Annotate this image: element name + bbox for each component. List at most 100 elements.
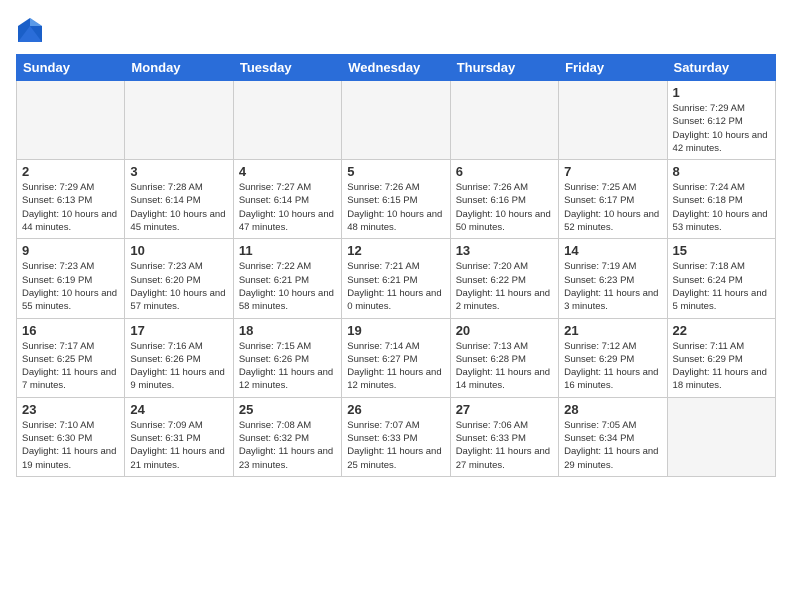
day-info: Sunrise: 7:16 AM Sunset: 6:26 PM Dayligh… <box>130 340 227 393</box>
calendar-cell: 24 Sunrise: 7:09 AM Sunset: 6:31 PM Dayli… <box>125 397 233 476</box>
day-number: 4 <box>239 164 336 179</box>
calendar-cell <box>125 81 233 160</box>
day-info: Sunrise: 7:14 AM Sunset: 6:27 PM Dayligh… <box>347 340 444 393</box>
week-row-2: 9 Sunrise: 7:23 AM Sunset: 6:19 PM Daylig… <box>17 239 776 318</box>
day-info: Sunrise: 7:13 AM Sunset: 6:28 PM Dayligh… <box>456 340 553 393</box>
day-info: Sunrise: 7:21 AM Sunset: 6:21 PM Dayligh… <box>347 260 444 313</box>
calendar-cell: 19 Sunrise: 7:14 AM Sunset: 6:27 PM Dayli… <box>342 318 450 397</box>
day-number: 8 <box>673 164 770 179</box>
logo <box>16 16 46 44</box>
calendar-cell <box>559 81 667 160</box>
day-info: Sunrise: 7:15 AM Sunset: 6:26 PM Dayligh… <box>239 340 336 393</box>
calendar-cell: 12 Sunrise: 7:21 AM Sunset: 6:21 PM Dayli… <box>342 239 450 318</box>
day-info: Sunrise: 7:27 AM Sunset: 6:14 PM Dayligh… <box>239 181 336 234</box>
day-number: 23 <box>22 402 119 417</box>
day-number: 1 <box>673 85 770 100</box>
calendar-cell: 15 Sunrise: 7:18 AM Sunset: 6:24 PM Dayli… <box>667 239 775 318</box>
calendar-cell: 1 Sunrise: 7:29 AM Sunset: 6:12 PM Daylig… <box>667 81 775 160</box>
day-info: Sunrise: 7:24 AM Sunset: 6:18 PM Dayligh… <box>673 181 770 234</box>
day-number: 22 <box>673 323 770 338</box>
day-info: Sunrise: 7:19 AM Sunset: 6:23 PM Dayligh… <box>564 260 661 313</box>
calendar-cell: 5 Sunrise: 7:26 AM Sunset: 6:15 PM Daylig… <box>342 160 450 239</box>
calendar-cell: 28 Sunrise: 7:05 AM Sunset: 6:34 PM Dayli… <box>559 397 667 476</box>
week-row-1: 2 Sunrise: 7:29 AM Sunset: 6:13 PM Daylig… <box>17 160 776 239</box>
calendar-cell: 10Sunrise: 7:23 AM Sunset: 6:20 PM Dayli… <box>125 239 233 318</box>
calendar-cell: 14 Sunrise: 7:19 AM Sunset: 6:23 PM Dayli… <box>559 239 667 318</box>
weekday-header-wednesday: Wednesday <box>342 55 450 81</box>
weekday-header-tuesday: Tuesday <box>233 55 341 81</box>
day-number: 5 <box>347 164 444 179</box>
calendar-cell <box>17 81 125 160</box>
day-number: 9 <box>22 243 119 258</box>
day-number: 11 <box>239 243 336 258</box>
calendar-cell <box>450 81 558 160</box>
day-number: 27 <box>456 402 553 417</box>
calendar-cell: 16 Sunrise: 7:17 AM Sunset: 6:25 PM Dayli… <box>17 318 125 397</box>
day-info: Sunrise: 7:25 AM Sunset: 6:17 PM Dayligh… <box>564 181 661 234</box>
calendar-cell: 11 Sunrise: 7:22 AM Sunset: 6:21 PM Dayli… <box>233 239 341 318</box>
day-info: Sunrise: 7:06 AM Sunset: 6:33 PM Dayligh… <box>456 419 553 472</box>
calendar-cell: 25 Sunrise: 7:08 AM Sunset: 6:32 PM Dayli… <box>233 397 341 476</box>
day-number: 24 <box>130 402 227 417</box>
day-info: Sunrise: 7:22 AM Sunset: 6:21 PM Dayligh… <box>239 260 336 313</box>
weekday-header-thursday: Thursday <box>450 55 558 81</box>
calendar-cell <box>233 81 341 160</box>
day-number: 2 <box>22 164 119 179</box>
week-row-0: 1 Sunrise: 7:29 AM Sunset: 6:12 PM Daylig… <box>17 81 776 160</box>
day-info: Sunrise: 7:07 AM Sunset: 6:33 PM Dayligh… <box>347 419 444 472</box>
day-info: Sunrise: 7:08 AM Sunset: 6:32 PM Dayligh… <box>239 419 336 472</box>
calendar-cell <box>342 81 450 160</box>
calendar-cell: 27 Sunrise: 7:06 AM Sunset: 6:33 PM Dayli… <box>450 397 558 476</box>
day-info: Sunrise: 7:17 AM Sunset: 6:25 PM Dayligh… <box>22 340 119 393</box>
day-number: 20 <box>456 323 553 338</box>
calendar-cell: 8 Sunrise: 7:24 AM Sunset: 6:18 PM Daylig… <box>667 160 775 239</box>
day-number: 7 <box>564 164 661 179</box>
day-info: Sunrise: 7:29 AM Sunset: 6:12 PM Dayligh… <box>673 102 770 155</box>
day-info: Sunrise: 7:26 AM Sunset: 6:15 PM Dayligh… <box>347 181 444 234</box>
calendar-cell: 13 Sunrise: 7:20 AM Sunset: 6:22 PM Dayli… <box>450 239 558 318</box>
logo-icon <box>16 16 44 44</box>
calendar-cell: 17 Sunrise: 7:16 AM Sunset: 6:26 PM Dayli… <box>125 318 233 397</box>
day-info: Sunrise: 7:23 AM Sunset: 6:20 PM Dayligh… <box>130 260 227 313</box>
day-number: 14 <box>564 243 661 258</box>
day-number: 21 <box>564 323 661 338</box>
day-number: 13 <box>456 243 553 258</box>
weekday-header-friday: Friday <box>559 55 667 81</box>
weekday-header-saturday: Saturday <box>667 55 775 81</box>
day-info: Sunrise: 7:23 AM Sunset: 6:19 PM Dayligh… <box>22 260 119 313</box>
day-info: Sunrise: 7:11 AM Sunset: 6:29 PM Dayligh… <box>673 340 770 393</box>
calendar-cell: 26 Sunrise: 7:07 AM Sunset: 6:33 PM Dayli… <box>342 397 450 476</box>
day-number: 6 <box>456 164 553 179</box>
day-info: Sunrise: 7:20 AM Sunset: 6:22 PM Dayligh… <box>456 260 553 313</box>
weekday-header-row: SundayMondayTuesdayWednesdayThursdayFrid… <box>17 55 776 81</box>
weekday-header-sunday: Sunday <box>17 55 125 81</box>
calendar-cell: 3Sunrise: 7:28 AM Sunset: 6:14 PM Daylig… <box>125 160 233 239</box>
calendar-cell: 18Sunrise: 7:15 AM Sunset: 6:26 PM Dayli… <box>233 318 341 397</box>
day-info: Sunrise: 7:26 AM Sunset: 6:16 PM Dayligh… <box>456 181 553 234</box>
calendar-cell: 7 Sunrise: 7:25 AM Sunset: 6:17 PM Daylig… <box>559 160 667 239</box>
day-info: Sunrise: 7:18 AM Sunset: 6:24 PM Dayligh… <box>673 260 770 313</box>
day-info: Sunrise: 7:09 AM Sunset: 6:31 PM Dayligh… <box>130 419 227 472</box>
calendar-cell <box>667 397 775 476</box>
day-number: 28 <box>564 402 661 417</box>
day-number: 26 <box>347 402 444 417</box>
calendar-cell: 23 Sunrise: 7:10 AM Sunset: 6:30 PM Dayli… <box>17 397 125 476</box>
day-number: 17 <box>130 323 227 338</box>
calendar-cell: 6 Sunrise: 7:26 AM Sunset: 6:16 PM Daylig… <box>450 160 558 239</box>
day-number: 19 <box>347 323 444 338</box>
calendar-cell: 21 Sunrise: 7:12 AM Sunset: 6:29 PM Dayli… <box>559 318 667 397</box>
day-info: Sunrise: 7:29 AM Sunset: 6:13 PM Dayligh… <box>22 181 119 234</box>
weekday-header-monday: Monday <box>125 55 233 81</box>
calendar: SundayMondayTuesdayWednesdayThursdayFrid… <box>16 54 776 477</box>
day-number: 25 <box>239 402 336 417</box>
header <box>16 16 776 44</box>
day-number: 16 <box>22 323 119 338</box>
day-info: Sunrise: 7:12 AM Sunset: 6:29 PM Dayligh… <box>564 340 661 393</box>
day-info: Sunrise: 7:10 AM Sunset: 6:30 PM Dayligh… <box>22 419 119 472</box>
week-row-4: 23 Sunrise: 7:10 AM Sunset: 6:30 PM Dayli… <box>17 397 776 476</box>
day-number: 12 <box>347 243 444 258</box>
calendar-cell: 22 Sunrise: 7:11 AM Sunset: 6:29 PM Dayli… <box>667 318 775 397</box>
day-info: Sunrise: 7:05 AM Sunset: 6:34 PM Dayligh… <box>564 419 661 472</box>
day-number: 15 <box>673 243 770 258</box>
calendar-cell: 20 Sunrise: 7:13 AM Sunset: 6:28 PM Dayli… <box>450 318 558 397</box>
